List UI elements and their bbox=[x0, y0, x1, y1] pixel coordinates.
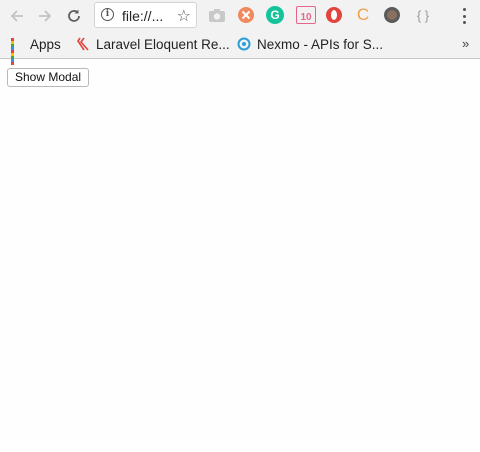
bookmark-label: Apps bbox=[30, 36, 61, 52]
reload-icon bbox=[68, 9, 80, 22]
avatar-ext-icon[interactable] bbox=[383, 6, 401, 24]
address-bar-url: file://... bbox=[122, 8, 164, 24]
back-button[interactable] bbox=[6, 5, 28, 27]
forward-arrow-icon bbox=[39, 10, 52, 22]
bookmarks-bar: Apps Laravel Eloquent Re... Nexmo - APIs… bbox=[0, 31, 480, 65]
bookmark-label: Nexmo - APIs for S... bbox=[257, 36, 384, 52]
show-modal-button[interactable]: Show Modal bbox=[7, 68, 90, 87]
nexmo-icon bbox=[237, 37, 251, 51]
calendar-icon[interactable]: 10 bbox=[296, 6, 316, 24]
apps-grid-icon bbox=[11, 37, 24, 65]
bookmarks-overflow-chevron-icon[interactable]: » bbox=[462, 36, 469, 51]
bookmark-nexmo[interactable]: Nexmo - APIs for S... bbox=[237, 34, 383, 54]
browser-toolbar: i file://... ☆ G 10 C {} bbox=[0, 0, 480, 31]
bookmark-label: Laravel Eloquent Re... bbox=[96, 36, 230, 52]
cancel-ext-icon[interactable] bbox=[237, 6, 255, 24]
info-icon[interactable]: i bbox=[101, 8, 114, 21]
forward-button[interactable] bbox=[34, 5, 56, 27]
grammarly-icon[interactable]: G bbox=[266, 6, 284, 24]
reload-button[interactable] bbox=[63, 5, 85, 27]
laravel-icon bbox=[77, 37, 89, 51]
back-arrow-icon bbox=[10, 10, 23, 22]
browser-chrome: i file://... ☆ G 10 C {} Apps Laravel E… bbox=[0, 0, 480, 65]
c-ext-icon[interactable]: C bbox=[354, 5, 372, 24]
browser-menu-icon[interactable] bbox=[458, 6, 470, 26]
braces-icon[interactable]: { } bbox=[412, 6, 434, 24]
camera-icon[interactable] bbox=[208, 6, 226, 24]
bookmark-laravel[interactable]: Laravel Eloquent Re... bbox=[77, 34, 230, 54]
bookmark-star-icon[interactable]: ☆ bbox=[177, 6, 191, 26]
opera-icon[interactable] bbox=[325, 6, 343, 24]
bookmark-apps[interactable]: Apps bbox=[11, 34, 61, 65]
address-bar[interactable]: i file://... ☆ bbox=[94, 2, 197, 28]
